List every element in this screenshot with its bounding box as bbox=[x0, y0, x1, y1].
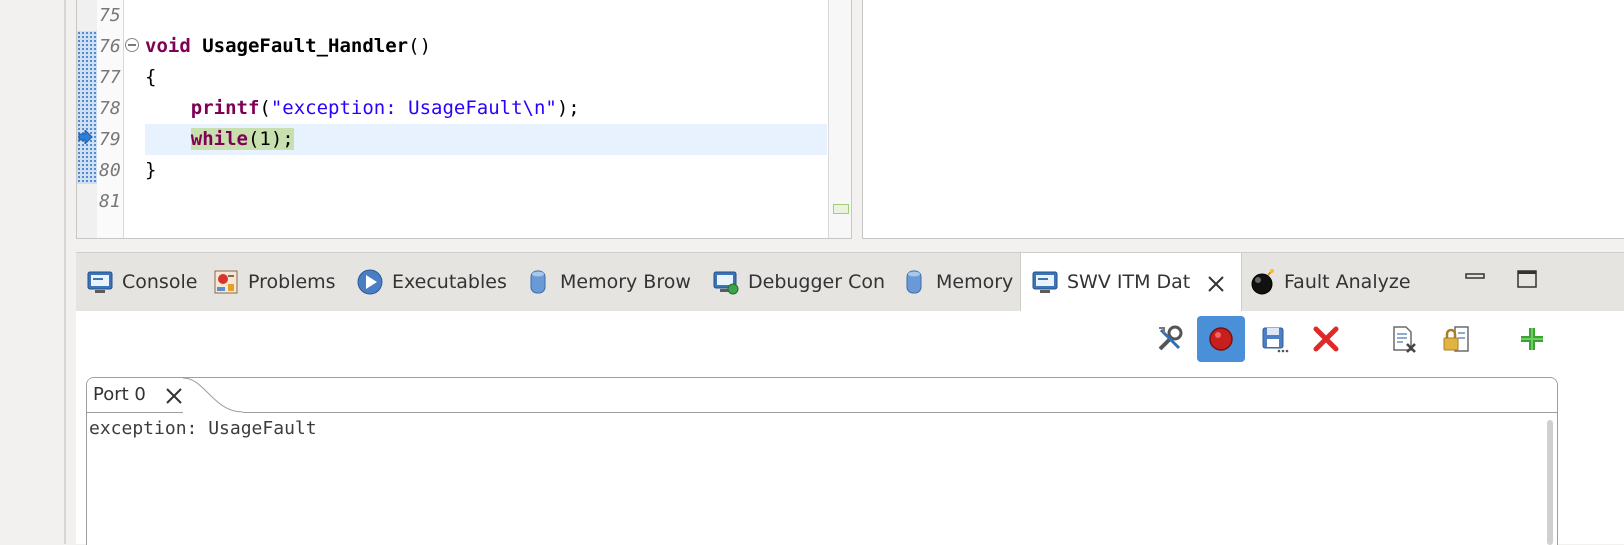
save-button[interactable] bbox=[1250, 316, 1298, 362]
line-number: 80 bbox=[99, 160, 121, 181]
code-line[interactable]: { bbox=[145, 62, 156, 93]
right-empty-pane bbox=[862, 0, 1624, 239]
tab-memory-browser[interactable]: Memory Brow bbox=[524, 253, 694, 311]
tab-problems[interactable]: Problems bbox=[212, 253, 342, 311]
instruction-pointer-icon bbox=[78, 130, 93, 144]
code-token: ( bbox=[259, 97, 271, 119]
close-tab-icon[interactable] bbox=[1207, 275, 1225, 293]
code-token: () bbox=[408, 35, 432, 57]
code-token: printf bbox=[190, 97, 260, 119]
tab-label: SWV ITM Dat bbox=[1067, 271, 1191, 293]
tab-label: Fault Analyze bbox=[1284, 271, 1411, 293]
line-number: 76 bbox=[99, 36, 121, 57]
tab-executables[interactable]: Executables bbox=[356, 253, 507, 311]
configure-trace-button[interactable] bbox=[1146, 316, 1194, 362]
code-line[interactable]: void UsageFault_Handler() bbox=[145, 31, 431, 62]
tab-label: Memory Brow bbox=[560, 271, 691, 293]
tab-console[interactable]: Console bbox=[86, 253, 206, 311]
code-editor[interactable]: 75 76 77 78 79 80 81 void UsageFault_Han… bbox=[76, 0, 852, 239]
output-scrollbar[interactable] bbox=[1547, 420, 1553, 545]
code-line[interactable]: printf("exception: UsageFault\n"); bbox=[145, 93, 580, 124]
code-token: while bbox=[190, 128, 248, 150]
close-port-tab-icon[interactable] bbox=[165, 387, 183, 405]
line-number: 75 bbox=[99, 5, 121, 26]
tab-label: Console bbox=[122, 271, 198, 293]
tab-label: Debugger Con bbox=[748, 271, 886, 293]
fold-collapse-icon[interactable] bbox=[125, 38, 139, 52]
itm-console-output[interactable]: exception: UsageFault bbox=[89, 418, 317, 439]
tab-memory[interactable]: Memory bbox=[900, 253, 1020, 311]
maximize-icon[interactable] bbox=[1516, 268, 1538, 290]
console-icon bbox=[87, 271, 113, 293]
add-port-button[interactable] bbox=[1508, 316, 1556, 362]
clear-button[interactable] bbox=[1380, 316, 1428, 362]
start-trace-button[interactable] bbox=[1197, 316, 1245, 362]
lock-icon bbox=[1443, 326, 1469, 352]
minimize-icon[interactable] bbox=[1464, 268, 1486, 290]
remove-button[interactable] bbox=[1302, 316, 1350, 362]
lock-button[interactable] bbox=[1432, 316, 1480, 362]
code-line[interactable]: } bbox=[145, 155, 156, 186]
clear-icon bbox=[1393, 326, 1416, 353]
tab-label: Problems bbox=[248, 271, 336, 293]
memory-icon bbox=[906, 270, 922, 294]
tab-label: Memory bbox=[936, 271, 1014, 293]
annotation-ruler[interactable] bbox=[77, 0, 99, 238]
debugger-console-icon bbox=[713, 271, 739, 295]
tab-fault-analyzer[interactable]: Fault Analyze bbox=[1248, 253, 1428, 311]
line-number: 77 bbox=[99, 67, 121, 88]
overview-ruler[interactable] bbox=[828, 0, 851, 238]
line-number: 79 bbox=[99, 129, 121, 150]
port-tab-folder: Port 0 exception: UsageFault bbox=[86, 377, 1558, 545]
code-token: (1); bbox=[247, 128, 294, 150]
remove-icon bbox=[1313, 326, 1339, 352]
debug-range-marker bbox=[77, 31, 99, 184]
code-token: "exception: UsageFault\n" bbox=[270, 97, 557, 119]
code-token: void bbox=[145, 35, 191, 57]
swv-itm-icon bbox=[1032, 271, 1058, 293]
code-token: UsageFault_Handler bbox=[202, 35, 409, 57]
start-trace-icon bbox=[1209, 327, 1233, 351]
port-tab-label: Port 0 bbox=[93, 384, 146, 405]
overview-marker[interactable] bbox=[833, 204, 849, 214]
line-number-ruler: 75 76 77 78 79 80 81 bbox=[97, 0, 124, 238]
fault-analyzer-icon bbox=[1251, 269, 1274, 295]
code-token: { bbox=[145, 66, 157, 88]
line-number: 78 bbox=[99, 98, 121, 119]
tab-swv-itm-data-console[interactable]: SWV ITM Dat bbox=[1020, 253, 1242, 313]
bottom-view-tabbar: Console Problems Executables Memory Brow bbox=[76, 252, 1624, 313]
add-port-icon bbox=[1521, 328, 1543, 350]
port-tab-row: Port 0 bbox=[87, 378, 1557, 414]
code-token: } bbox=[145, 159, 157, 181]
executables-icon bbox=[357, 269, 383, 295]
left-sidebar-strip bbox=[0, 0, 66, 544]
code-line-current[interactable]: while(1); bbox=[145, 124, 827, 155]
save-icon bbox=[1262, 327, 1289, 353]
tab-curve bbox=[183, 378, 243, 414]
tab-label: Executables bbox=[392, 271, 507, 293]
memory-browser-icon bbox=[530, 270, 546, 294]
problems-icon bbox=[214, 270, 238, 294]
configure-trace-icon bbox=[1158, 325, 1183, 351]
line-number: 81 bbox=[99, 191, 121, 212]
code-token: ); bbox=[556, 97, 580, 119]
tab-debugger-console[interactable]: Debugger Con bbox=[712, 253, 886, 311]
code-text-area[interactable]: void UsageFault_Handler() { printf("excep… bbox=[145, 0, 827, 238]
